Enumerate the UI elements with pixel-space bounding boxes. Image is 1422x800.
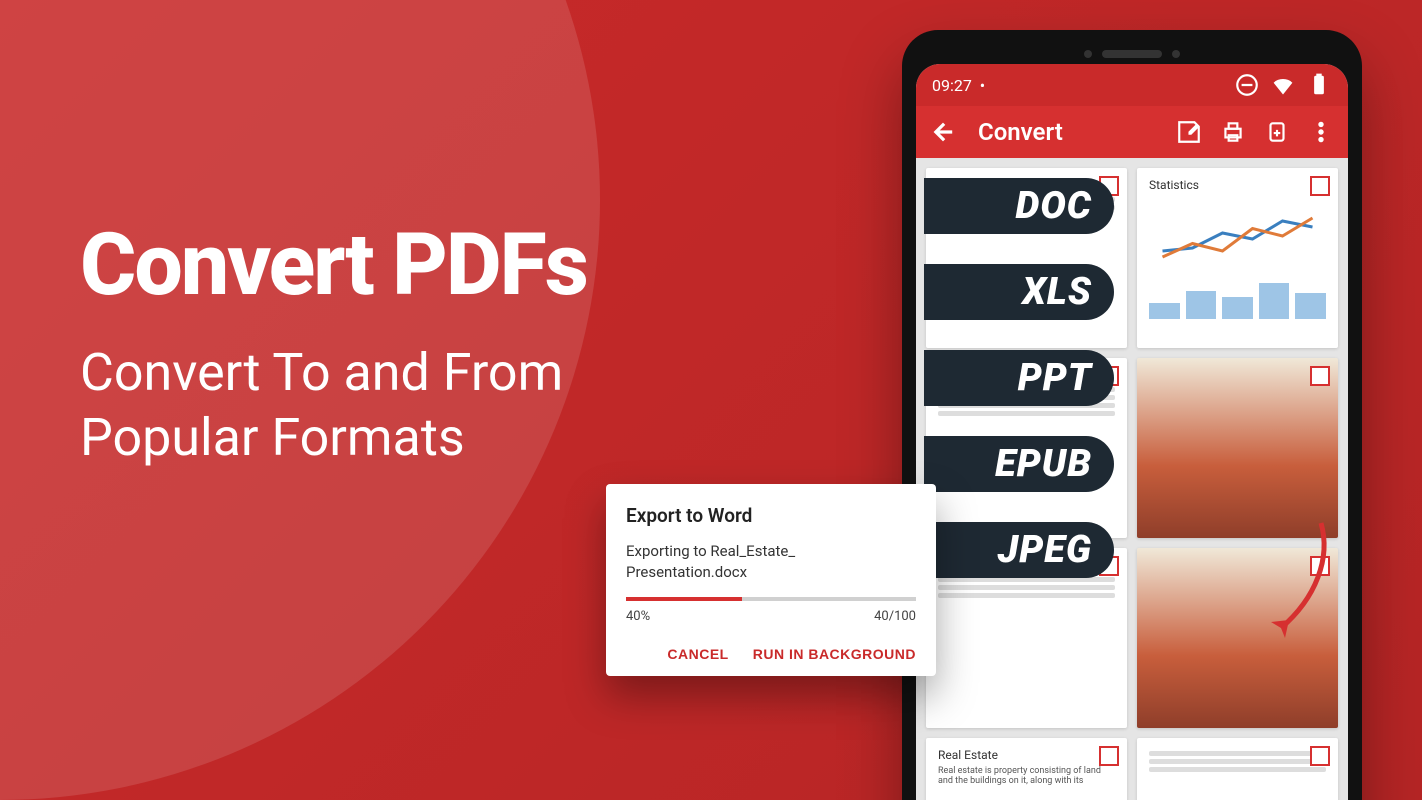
battery-icon bbox=[1306, 72, 1332, 98]
line-chart-icon bbox=[1149, 206, 1326, 266]
page-checkbox[interactable] bbox=[1310, 746, 1330, 766]
page-thumbnail[interactable] bbox=[1137, 738, 1338, 800]
card-body-text: Real estate is property consisting of la… bbox=[938, 766, 1115, 786]
format-pill-doc: DOC bbox=[924, 178, 1114, 234]
format-pill-stack: DOC XLS PPT EPUB JPEG bbox=[924, 178, 1114, 578]
marketing-headline: Convert PDFs Convert To and From Popular… bbox=[80, 220, 587, 470]
page-checkbox[interactable] bbox=[1099, 746, 1119, 766]
dnd-icon bbox=[1234, 72, 1260, 98]
app-bar-title: Convert bbox=[978, 118, 1158, 146]
page-thumbnail[interactable]: Statistics bbox=[1137, 168, 1338, 348]
headline-title: Convert PDFs bbox=[80, 220, 587, 310]
page-thumbnail[interactable]: Real Estate Real estate is property cons… bbox=[926, 738, 1127, 800]
cancel-button[interactable]: CANCEL bbox=[667, 646, 728, 662]
headline-subtitle: Convert To and From Popular Formats bbox=[80, 340, 587, 470]
pages-grid[interactable]: Statistics bbox=[916, 158, 1348, 800]
status-time: 09:27 bbox=[932, 76, 972, 95]
page-checkbox[interactable] bbox=[1310, 366, 1330, 386]
format-pill-epub: EPUB bbox=[924, 436, 1114, 492]
android-status-bar: 09:27 • bbox=[916, 64, 1348, 106]
phone-screen: 09:27 • Convert bbox=[916, 64, 1348, 800]
app-toolbar: Convert bbox=[916, 106, 1348, 158]
format-pill-xls: XLS bbox=[924, 264, 1114, 320]
page-thumbnail[interactable] bbox=[1137, 358, 1338, 538]
export-dialog: Export to Word Exporting to Real_Estate_… bbox=[606, 484, 936, 676]
status-dot: • bbox=[980, 76, 985, 95]
phone-frame: 09:27 • Convert bbox=[902, 30, 1362, 800]
print-icon[interactable] bbox=[1220, 119, 1246, 145]
dialog-title: Export to Word bbox=[626, 504, 916, 527]
progress-bar bbox=[626, 597, 916, 601]
page-checkbox[interactable] bbox=[1310, 176, 1330, 196]
phone-sensor-bar bbox=[916, 44, 1348, 64]
wifi-icon bbox=[1270, 72, 1296, 98]
back-arrow-icon[interactable] bbox=[930, 119, 956, 145]
dialog-body: Exporting to Real_Estate_ Presentation.d… bbox=[626, 541, 916, 583]
progress-fill bbox=[626, 597, 742, 601]
progress-count: 40/100 bbox=[874, 609, 916, 624]
save-edit-icon[interactable] bbox=[1176, 119, 1202, 145]
format-pill-jpeg: JPEG bbox=[924, 522, 1114, 578]
card-title-real-estate: Real Estate bbox=[938, 748, 1115, 762]
run-in-background-button[interactable]: RUN IN BACKGROUND bbox=[753, 646, 916, 662]
bar-chart-icon bbox=[1149, 279, 1326, 319]
curved-arrow-icon bbox=[1266, 518, 1336, 638]
clipboard-add-icon[interactable] bbox=[1264, 119, 1290, 145]
overflow-menu-icon[interactable] bbox=[1308, 119, 1334, 145]
card-title-statistics: Statistics bbox=[1149, 178, 1326, 192]
progress-percent: 40% bbox=[626, 609, 650, 624]
format-pill-ppt: PPT bbox=[924, 350, 1114, 406]
